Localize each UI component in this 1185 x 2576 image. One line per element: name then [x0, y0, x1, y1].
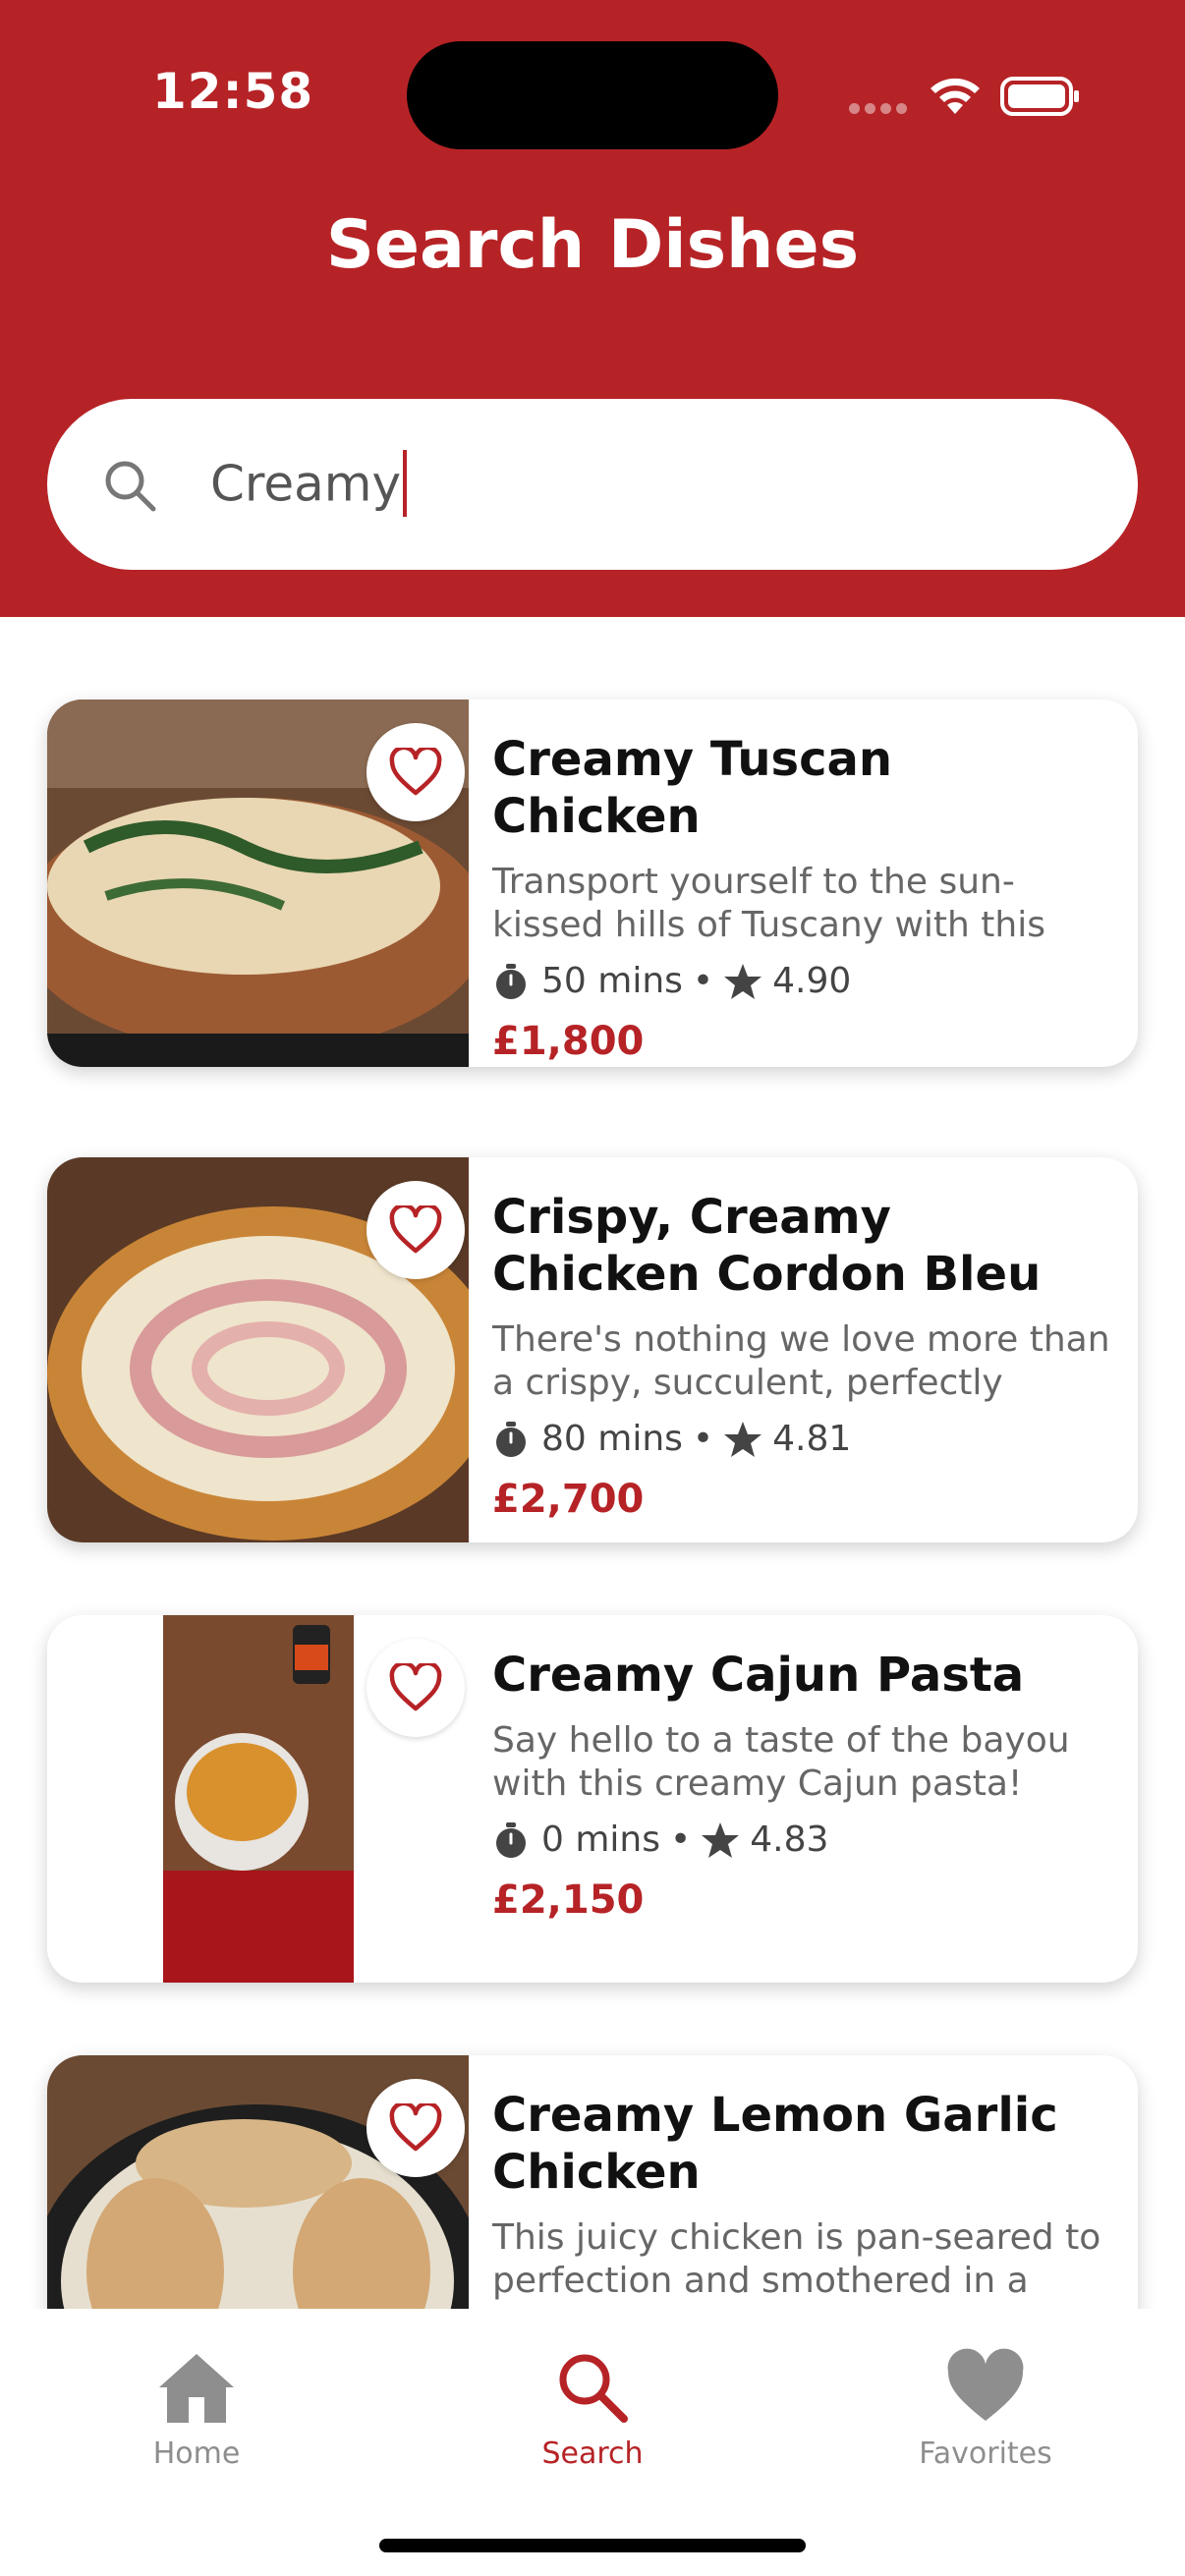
- dish-description: There's nothing we love more than a cris…: [492, 1319, 1110, 1403]
- favorite-button[interactable]: [367, 1181, 465, 1279]
- status-time: 12:58: [152, 63, 314, 120]
- dish-title: Creamy Cajun Pasta: [492, 1648, 1025, 1703]
- search-icon: [559, 2354, 628, 2423]
- rating: 4.90: [772, 961, 852, 1001]
- search-query: Creamy: [210, 455, 402, 513]
- battery-icon: [1000, 77, 1079, 116]
- page-title: Search Dishes: [325, 206, 860, 284]
- dynamic-island: [407, 41, 778, 149]
- wifi-icon: [931, 78, 980, 114]
- favorite-button[interactable]: [367, 1639, 465, 1737]
- heart-outline-icon: [389, 2103, 442, 2152]
- result-card[interactable]: Creamy Cajun Pasta Say hello to a taste …: [47, 1615, 1138, 1983]
- cook-time: 0 mins: [541, 1820, 660, 1860]
- dish-description: This juicy chicken is pan-seared to perf…: [492, 2217, 1101, 2301]
- home-icon: [159, 2354, 234, 2423]
- star-icon: [724, 963, 762, 999]
- dish-meta: 0 mins • 4.83: [492, 1820, 1110, 1860]
- dish-title: Creamy Lemon Garlic Chicken: [492, 2088, 1058, 2200]
- tab-search-label: Search: [541, 2436, 644, 2471]
- result-card[interactable]: Crispy, Creamy Chicken Cordon Bleu There…: [47, 1157, 1138, 1542]
- timer-icon: [496, 1421, 526, 1457]
- favorite-button[interactable]: [367, 723, 465, 821]
- dish-meta: 80 mins • 4.81: [492, 1419, 1110, 1459]
- meta-separator: •: [692, 1419, 714, 1459]
- favorite-button[interactable]: [367, 2079, 465, 2177]
- heart-outline-icon: [389, 1205, 442, 1254]
- rating: 4.83: [750, 1820, 829, 1860]
- dish-price: £2,150: [492, 1877, 645, 1923]
- rating: 4.81: [772, 1419, 852, 1459]
- text-caret: [403, 450, 408, 517]
- tab-bar: Home Search Favorites: [0, 2309, 1185, 2576]
- star-icon: [702, 1821, 740, 1858]
- tab-home-label: Home: [152, 2436, 241, 2471]
- dish-price: £2,700: [492, 1477, 645, 1522]
- dish-description: Transport yourself to the sun-kissed hil…: [492, 862, 1045, 945]
- header: 12:58 Search Dishes Creamy: [0, 0, 1185, 617]
- star-icon: [724, 1421, 762, 1457]
- tab-search[interactable]: Search: [484, 2348, 701, 2471]
- meta-separator: •: [692, 961, 714, 1001]
- cook-time: 80 mins: [541, 1419, 683, 1459]
- dish-meta: 50 mins • 4.90: [492, 961, 1110, 1001]
- heart-outline-icon: [389, 1663, 442, 1711]
- dish-price: £1,800: [492, 1019, 645, 1064]
- heart-outline-icon: [389, 748, 442, 796]
- heart-icon: [947, 2348, 1024, 2421]
- cook-time: 50 mins: [541, 961, 683, 1001]
- timer-icon: [496, 963, 526, 999]
- search-icon: [105, 461, 156, 512]
- timer-icon: [496, 1821, 526, 1858]
- tab-favorites-label: Favorites: [919, 2436, 1052, 2471]
- dish-title: Crispy, Creamy Chicken Cordon Bleu: [492, 1190, 1042, 1302]
- result-card[interactable]: Creamy Tuscan Chicken Transport yourself…: [47, 700, 1138, 1067]
- tab-favorites[interactable]: Favorites: [877, 2348, 1094, 2471]
- tab-home[interactable]: Home: [88, 2348, 305, 2471]
- search-input-value[interactable]: Creamy: [210, 450, 408, 521]
- home-indicator[interactable]: [379, 2539, 806, 2552]
- meta-separator: •: [670, 1820, 692, 1860]
- dish-description: Say hello to a taste of the bayou with t…: [492, 1720, 1070, 1804]
- dish-title: Creamy Tuscan Chicken: [492, 732, 893, 844]
- signal-icon: [849, 103, 908, 117]
